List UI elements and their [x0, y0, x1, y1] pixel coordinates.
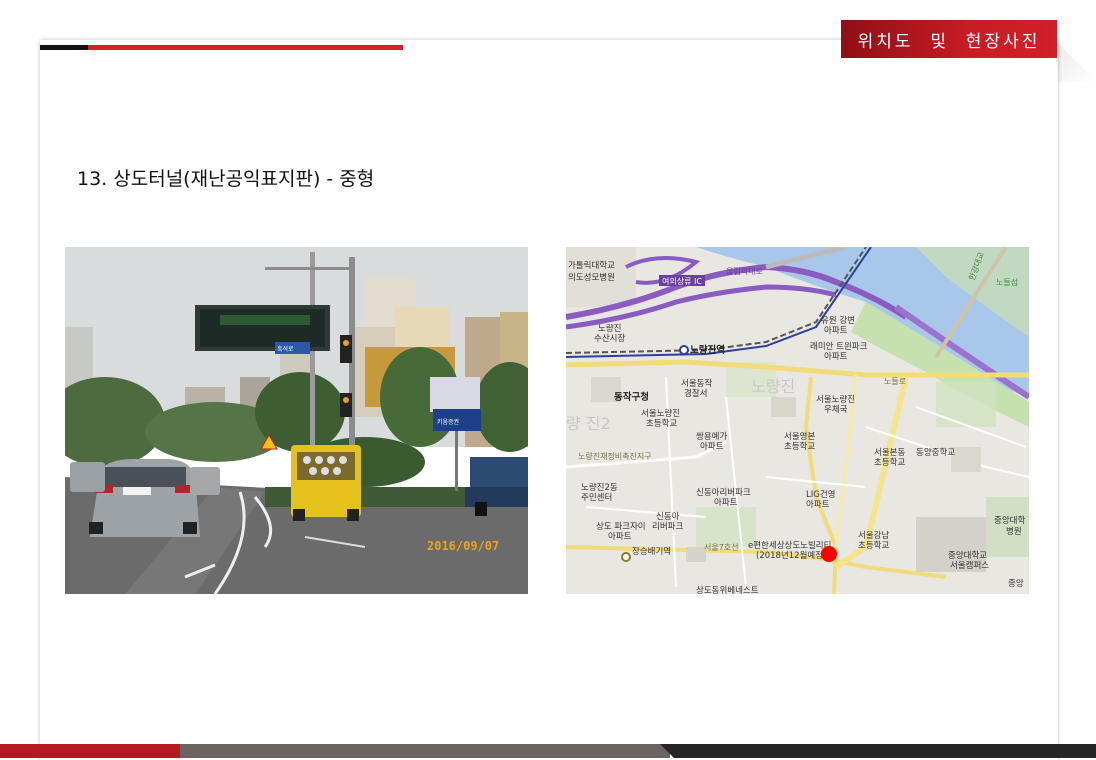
map-label-renewal-zone: 노량진재정비촉진지구 — [578, 451, 652, 461]
map-label-bondong-a: 서울본동 — [874, 448, 905, 458]
map-label-nodeul-road: 노들로 — [884, 377, 906, 386]
header-rule-red — [88, 45, 403, 50]
map-label-chungang-univ-b: 서울캠퍼스 — [950, 560, 989, 571]
street-sign-label: 흑석로 — [277, 345, 294, 353]
map-label-faded-b: 량 진2 — [566, 414, 611, 433]
map-label-ssangyong-b: 아파트 — [700, 441, 724, 452]
map-label-lig-a: LIG건영 — [806, 489, 835, 500]
signboard-label: 키움증권 — [437, 418, 459, 426]
map-label-bondong-b: 초등학교 — [874, 457, 905, 468]
map-label-st-mary: 의도성모병원 — [568, 272, 615, 283]
map-label-sindong2-a: 신동아 — [656, 511, 680, 522]
map-label-gangnam-elem-a: 서울강남 — [858, 530, 889, 541]
map-label-noryangjin-market-a: 노량진 — [598, 323, 621, 334]
map-label-chungang-univ-a: 중앙대학교 — [948, 550, 987, 561]
map-label-noryangjin-station: 노량진역 — [690, 344, 725, 356]
map-label-seoul7: 서울7호선 — [704, 543, 739, 552]
slide-title: 13. 상도터널(재난공익표지판) - 중형 — [77, 168, 375, 190]
map-label-jangseungbaegi: 장승배기역 — [632, 546, 671, 557]
map-label-noryangjin-post-b: 우체국 — [824, 404, 848, 415]
map-label-lemian-a: 래미안 트윈파크 — [810, 341, 868, 352]
map-label-center-b: 주민센터 — [581, 492, 612, 503]
footer-bar-gray — [180, 744, 670, 758]
map-label-center-a: 노량진2동 — [581, 482, 618, 493]
map-label-sangdo-park-a: 상도 파크자이 — [596, 521, 646, 532]
section-tab: 위치도 및 현장사진 — [841, 20, 1057, 58]
map-label-sangdo-doongji: 상도동위베네스트 — [696, 585, 759, 594]
map-label-yuwon-b: 아파트 — [824, 325, 848, 336]
map-label-gangnam-elem-b: 초등학교 — [858, 540, 889, 551]
map-label-pyeonhan-b: (2018년12월예정) — [756, 550, 826, 561]
map-label-noryangjin-elem-a: 서울노량진 — [641, 408, 680, 419]
map-label-pyeonhan-a: e편한세상상도노빌리티 — [748, 540, 831, 551]
map-label-lemian-b: 아파트 — [824, 351, 848, 362]
map-label-sindong2-b: 리버파크 — [652, 521, 683, 532]
map-label-chungang-hosp-a: 중앙대학 — [994, 515, 1025, 526]
map-label-olympic-road: 올림픽대로 — [726, 266, 763, 276]
site-photo: 흑석로 키움증권 2016/09/07 — [65, 247, 528, 594]
map-label-nodeul-island: 노들섬 — [996, 277, 1018, 287]
map-label-ssangyong-a: 쌍용예가 — [696, 431, 727, 442]
location-map: 노량진 량 진2 가톨릭대학교 의도성모병원 여의상류 IC 올림픽대로 노량진… — [566, 247, 1029, 594]
footer-bar-red — [0, 744, 180, 758]
map-label-noryangjin-post-a: 서울노량진 — [816, 394, 855, 405]
photo-timestamp: 2016/09/07 — [427, 539, 499, 553]
map-label-noryangjin-market-b: 수산시장 — [594, 333, 625, 344]
map-label-yuwon-a: 유원 강변 — [821, 315, 855, 326]
map-label-dongyang-mid: 동양중학교 — [916, 447, 955, 458]
footer-bar-dark — [660, 744, 1096, 758]
site-location-marker — [821, 546, 837, 562]
map-label-sindong-b: 아파트 — [714, 497, 738, 508]
map-label-sindong-a: 신동아리버파크 — [696, 487, 751, 498]
map-label-yeouido-ic: 여의상류 IC — [662, 276, 702, 286]
map-label-jungang-small: 중앙 — [1008, 578, 1024, 589]
map-label-noryangjin-elem-b: 초등학교 — [646, 418, 677, 429]
map-label-seoul-police-b: 경찰서 — [684, 388, 707, 399]
map-label-dongjak-office: 동작구청 — [614, 391, 649, 403]
map-label-faded-a: 노량진 — [751, 377, 795, 396]
map-label-yeongbon-a: 서울영본 — [784, 431, 815, 442]
map-label-yeongbon-b: 초등학교 — [784, 441, 815, 452]
map-label-sangdo-park-b: 아파트 — [608, 531, 632, 542]
map-label-chungang-hosp-b: 병원 — [1006, 527, 1022, 537]
header-rule-black — [40, 45, 88, 50]
map-label-catholic-univ: 가톨릭대학교 — [568, 260, 615, 271]
map-label-lig-b: 아파트 — [806, 499, 830, 510]
section-tab-shadow — [1057, 42, 1096, 82]
map-label-seoul-police-a: 서울동작 — [681, 378, 712, 389]
